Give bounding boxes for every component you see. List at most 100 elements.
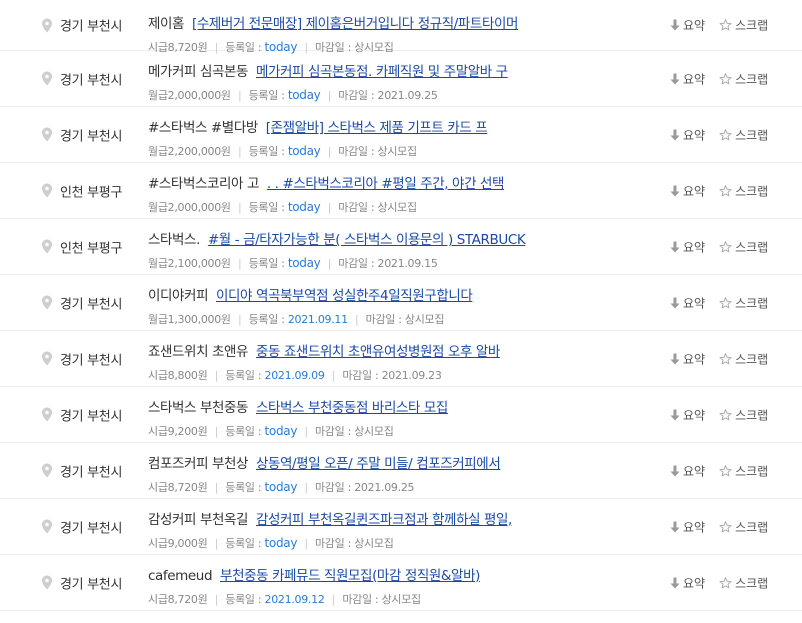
job-info: 스타벅스 부천중동 스타벅스 부천중동점 바리스타 모집 시급9,200원 | … bbox=[148, 399, 648, 439]
scrap-label: 스크랩 bbox=[735, 464, 769, 478]
job-title-link[interactable]: 상동역/평일 오픈/ 주말 미들/ 컴포즈커피에서 bbox=[256, 456, 501, 472]
job-title-link[interactable]: 부천중동 카페뮤드 직원모집(마감 정직원&알바) bbox=[220, 568, 480, 584]
summary-button[interactable]: 요약 bbox=[670, 70, 705, 87]
job-title-link[interactable]: 중동 죠샌드위치 초앤유여성병원점 오후 알바 bbox=[256, 344, 500, 360]
deadline-label: 마감일 : bbox=[314, 537, 352, 550]
job-location: 경기 부천시 bbox=[42, 517, 122, 536]
job-actions: 요약 스크랩 bbox=[670, 70, 782, 87]
job-title-link[interactable]: 감성커피 부천옥길퀸즈파크점과 함께하실 평일, bbox=[256, 512, 512, 528]
deadline-value: 상시모집 bbox=[377, 145, 418, 158]
summary-button[interactable]: 요약 bbox=[670, 462, 705, 479]
location-text: 경기 부천시 bbox=[60, 409, 123, 424]
summary-label: 요약 bbox=[683, 240, 706, 254]
job-info: #스타벅스코리아 고 . . #스타벅스코리아 #평일 주간, 야간 선택 월급… bbox=[148, 175, 648, 215]
summary-button[interactable]: 요약 bbox=[670, 182, 705, 199]
separator: | bbox=[331, 369, 336, 382]
location-pin-icon bbox=[42, 127, 52, 142]
scrap-button[interactable]: 스크랩 bbox=[719, 518, 768, 535]
arrow-down-icon bbox=[670, 409, 680, 420]
arrow-down-icon bbox=[670, 241, 680, 252]
job-row: 경기 부천시 죠샌드위치 초앤유 중동 죠샌드위치 초앤유여성병원점 오후 알바… bbox=[0, 331, 802, 387]
scrap-button[interactable]: 스크랩 bbox=[719, 126, 768, 143]
separator: | bbox=[237, 145, 242, 158]
scrap-button[interactable]: 스크랩 bbox=[719, 350, 768, 367]
scrap-button[interactable]: 스크랩 bbox=[719, 182, 768, 199]
deadline-label: 마감일 : bbox=[338, 201, 375, 214]
company-name: #스타벅스코리아 고 bbox=[148, 176, 259, 192]
registered-label: 등록일 : bbox=[248, 201, 285, 214]
summary-label: 요약 bbox=[683, 576, 706, 590]
summary-button[interactable]: 요약 bbox=[670, 17, 705, 34]
separator: | bbox=[327, 89, 332, 102]
arrow-down-icon bbox=[670, 521, 680, 532]
star-icon bbox=[719, 576, 733, 589]
scrap-label: 스크랩 bbox=[735, 184, 769, 198]
summary-button[interactable]: 요약 bbox=[670, 238, 705, 255]
location-pin-icon bbox=[42, 463, 52, 478]
scrap-button[interactable]: 스크랩 bbox=[719, 70, 768, 87]
job-row: 경기 부천시 메가커피 심곡본동 메가커피 심곡본동점. 카페직원 및 주말알바… bbox=[0, 51, 802, 107]
scrap-button[interactable]: 스크랩 bbox=[719, 17, 768, 34]
job-actions: 요약 스크랩 bbox=[670, 294, 782, 311]
scrap-button[interactable]: 스크랩 bbox=[719, 238, 768, 255]
deadline-label: 마감일 : bbox=[342, 369, 379, 382]
star-icon bbox=[719, 352, 733, 365]
deadline-value: 2021.09.25 bbox=[377, 89, 438, 102]
job-title-link[interactable]: #월 - 금/타자가능한 분( 스타벅스 이용문의 ) STARBUCK bbox=[208, 232, 526, 248]
deadline-label: 마감일 : bbox=[342, 593, 379, 606]
job-location: 경기 부천시 bbox=[42, 125, 122, 144]
company-name: 메가커피 심곡본동 bbox=[148, 64, 249, 80]
job-location: 경기 부천시 bbox=[42, 349, 122, 368]
summary-button[interactable]: 요약 bbox=[670, 126, 705, 143]
job-title-link[interactable]: [존잼알바] 스타벅스 제품 기프트 카드 프 bbox=[266, 120, 488, 136]
separator: | bbox=[327, 257, 332, 270]
star-icon bbox=[719, 408, 733, 421]
job-meta: 시급8,720원 | 등록일 : today | 마감일 : 2021.09.2… bbox=[148, 479, 648, 495]
star-icon bbox=[719, 72, 733, 85]
location-text: 경기 부천시 bbox=[60, 353, 123, 368]
registered-date: today bbox=[264, 480, 298, 494]
summary-button[interactable]: 요약 bbox=[670, 518, 705, 535]
job-meta: 시급8,720원 | 등록일 : 2021.09.12 | 마감일 : 상시모집 bbox=[148, 591, 648, 607]
scrap-label: 스크랩 bbox=[735, 296, 769, 310]
job-actions: 요약 스크랩 bbox=[670, 574, 782, 591]
summary-label: 요약 bbox=[683, 184, 706, 198]
job-location: 인천 부평구 bbox=[42, 237, 122, 256]
company-name: #스타벅스 #별다방 bbox=[148, 120, 258, 136]
location-text: 경기 부천시 bbox=[60, 577, 123, 592]
star-icon bbox=[719, 520, 733, 533]
summary-label: 요약 bbox=[683, 408, 706, 422]
job-title-link[interactable]: . . #스타벅스코리아 #평일 주간, 야간 선택 bbox=[267, 176, 505, 192]
scrap-button[interactable]: 스크랩 bbox=[719, 462, 768, 479]
job-actions: 요약 스크랩 bbox=[670, 182, 782, 199]
job-row: 경기 부천시 제이홈 [수제버거 전문매장] 제이홈은버거입니다 정규직/파트타… bbox=[0, 0, 802, 54]
location-pin-icon bbox=[42, 18, 52, 32]
pay-text: 시급9,000원 bbox=[148, 537, 208, 550]
summary-label: 요약 bbox=[683, 18, 706, 33]
summary-label: 요약 bbox=[683, 296, 706, 310]
scrap-button[interactable]: 스크랩 bbox=[719, 574, 768, 591]
job-row: 경기 부천시 컴포즈커피 부천상 상동역/평일 오픈/ 주말 미들/ 컴포즈커피… bbox=[0, 443, 802, 499]
company-name: 컴포즈커피 부천상 bbox=[148, 456, 249, 472]
arrow-down-icon bbox=[670, 297, 680, 308]
scrap-button[interactable]: 스크랩 bbox=[719, 294, 768, 311]
scrap-button[interactable]: 스크랩 bbox=[719, 406, 768, 423]
summary-button[interactable]: 요약 bbox=[670, 406, 705, 423]
summary-button[interactable]: 요약 bbox=[670, 574, 705, 591]
job-row: 경기 부천시 cafemeud 부천중동 카페뮤드 직원모집(마감 정직원&알바… bbox=[0, 555, 802, 611]
location-pin-icon bbox=[42, 183, 52, 198]
summary-button[interactable]: 요약 bbox=[670, 294, 705, 311]
job-title-link[interactable]: 메가커피 심곡본동점. 카페직원 및 주말알바 구 bbox=[256, 64, 508, 80]
deadline-value: 2021.09.23 bbox=[381, 369, 442, 382]
job-title-link[interactable]: [수제버거 전문매장] 제이홈은버거입니다 정규직/파트타이머 bbox=[192, 16, 518, 32]
summary-button[interactable]: 요약 bbox=[670, 350, 705, 367]
job-row: 인천 부평구 #스타벅스코리아 고 . . #스타벅스코리아 #평일 주간, 야… bbox=[0, 163, 802, 219]
job-list: 경기 부천시 제이홈 [수제버거 전문매장] 제이홈은버거입니다 정규직/파트타… bbox=[0, 0, 802, 611]
deadline-value: 상시모집 bbox=[381, 593, 422, 606]
registered-date: 2021.09.09 bbox=[264, 369, 325, 382]
pay-text: 월급1,300,000원 bbox=[148, 313, 231, 326]
job-title-link[interactable]: 스타벅스 부천중동점 바리스타 모집 bbox=[256, 400, 448, 416]
star-icon bbox=[719, 18, 733, 31]
location-pin-icon bbox=[42, 351, 52, 366]
job-title-link[interactable]: 이디야 역곡북부역점 성실한주4일직원구합니다 bbox=[216, 288, 473, 304]
